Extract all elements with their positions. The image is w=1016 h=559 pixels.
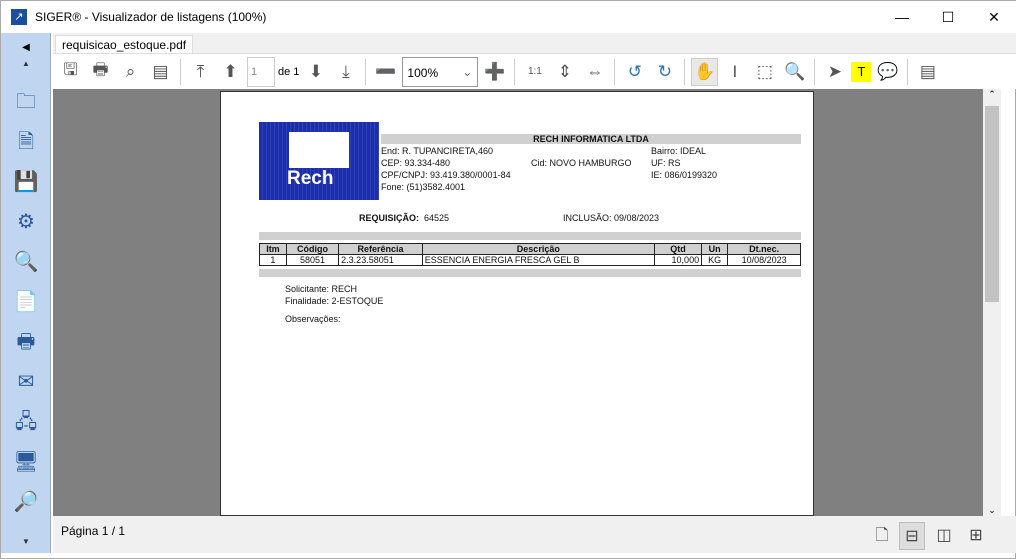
print-icon[interactable]: 🖶	[87, 58, 114, 86]
vertical-scrollbar[interactable]: ⌃ ⌄	[983, 89, 1001, 516]
page-count: de 1	[278, 65, 300, 78]
rotate-right-icon[interactable]: ↻	[651, 58, 678, 86]
column-header: Qtd	[653, 243, 703, 255]
scroll-up-icon[interactable]: ▲	[11, 49, 41, 79]
save-icon[interactable]: 🖫	[57, 58, 84, 86]
rotate-left-icon[interactable]: ↺	[621, 58, 648, 86]
column-header: Código	[285, 243, 340, 255]
single-page-icon[interactable]: 🗋	[869, 522, 895, 550]
column-header: Itm	[259, 243, 287, 255]
cnpj: CPF/CNPJ: 93.419.380/0001-84	[381, 170, 511, 180]
zoom-value: 100%	[407, 65, 439, 80]
table-cell: 2.3.23.58051	[338, 254, 423, 266]
scroll-down-icon[interactable]: ▼	[11, 527, 41, 557]
table-cell: 10,000	[653, 254, 703, 266]
scroll-down-icon[interactable]: ⌄	[983, 505, 1001, 516]
hand-tool-icon[interactable]: ✋	[691, 57, 719, 86]
maximize-button[interactable]: ☐	[925, 1, 971, 33]
first-page-icon[interactable]: ⤒	[187, 58, 214, 86]
next-page-icon[interactable]: ⬇	[302, 58, 329, 86]
fit-page-icon[interactable]: ⇕	[551, 58, 578, 86]
document-properties-icon[interactable]: ▤	[147, 58, 174, 86]
minimize-button[interactable]: —	[879, 1, 925, 33]
app-icon: ↗	[11, 9, 27, 25]
fone: Fone: (51)3582.4001	[381, 182, 466, 192]
table-cell: ESSENCIA ENERGIA FRESCA GEL B	[421, 254, 655, 266]
sidebar-toggle-icon[interactable]: ▤	[914, 58, 941, 86]
company-name: RECH INFORMATICA LTDA	[533, 134, 649, 144]
chevron-down-icon: ⌄	[462, 64, 473, 79]
tab-document[interactable]: requisicao_estoque.pdf	[55, 35, 194, 55]
title-bar: ↗ SIGER® - Visualizador de listagens (10…	[1, 1, 1016, 33]
table-cell: 1	[259, 254, 287, 266]
text-annotation-icon[interactable]: T	[851, 61, 872, 82]
print-icon[interactable]: 🖶	[11, 327, 41, 357]
previous-page-icon[interactable]: ⬆	[217, 58, 244, 86]
requisicao-value: 64525	[424, 213, 450, 223]
company-logo: Rech	[259, 122, 379, 200]
window-title: SIGER® - Visualizador de listagens (100%…	[35, 10, 267, 24]
close-document-icon[interactable]: 🗎	[11, 127, 41, 157]
fit-width-icon[interactable]: ⇔	[581, 58, 608, 86]
ie: IE: 086/0199320	[651, 170, 718, 180]
inclusao: INCLUSÃO: 09/08/2023	[563, 213, 660, 223]
document-viewer[interactable]: Rech RECH INFORMATICA LTDA End: R. TUPAN…	[53, 89, 983, 516]
table-cell: KG	[701, 254, 729, 266]
text-select-icon[interactable]: I	[721, 58, 748, 86]
column-header: Dt.nec.	[727, 243, 801, 255]
continuous-page-icon[interactable]: ⊟	[899, 522, 925, 550]
preview-icon[interactable]: 🔍	[11, 247, 41, 277]
continuous-facing-icon[interactable]: ⊞	[963, 522, 989, 550]
facing-pages-icon[interactable]: ◫	[931, 522, 957, 550]
cep: CEP: 93.334-480	[381, 158, 451, 168]
page-input[interactable]: 1	[247, 56, 275, 87]
email-icon[interactable]: ✉	[11, 367, 41, 397]
zoom-out-icon[interactable]: ➖	[372, 58, 399, 86]
uf: UF: RS	[651, 158, 681, 168]
table-cell: 10/08/2023	[727, 254, 801, 266]
requisicao-label: REQUISIÇÃO:	[359, 213, 420, 223]
zoom-select[interactable]: 100% ⌄	[402, 56, 479, 87]
pdf-page: Rech RECH INFORMATICA LTDA End: R. TUPAN…	[220, 91, 814, 516]
toolbar: 🖫 🖶 ⌕ ▤ ⤒ ⬆ 1 de 1 ⬇ ⤓ ➖ 100% ⌄ ➕ 1:1 ⇕ ⇔…	[53, 53, 1016, 89]
status-bar: Página 1 / 1 🗋 ⊟ ◫ ⊞	[53, 516, 1016, 553]
open-folder-icon[interactable]: 🗀	[11, 87, 41, 117]
observacoes: Observações:	[285, 314, 341, 324]
actual-size-icon[interactable]: 1:1	[521, 58, 548, 86]
items-table: Itm Código Referência Descrição Qtd Un Dt.nec.…	[259, 243, 801, 266]
column-header: Referência	[338, 243, 423, 255]
close-button[interactable]: ✕	[971, 1, 1016, 33]
finalidade: Finalidade: 2-ESTOQUE	[285, 296, 384, 306]
solicitante: Solicitante: RECH	[285, 284, 358, 294]
zoom-icon[interactable]: 🔎	[11, 487, 41, 517]
settings-icon[interactable]: ⚙	[11, 207, 41, 237]
bairro: Bairro: IDEAL	[651, 146, 707, 156]
cidade: Cid: NOVO HAMBURGO	[531, 158, 632, 168]
comment-icon[interactable]: 💬	[874, 58, 901, 86]
scrollbar-thumb[interactable]	[985, 106, 999, 302]
address: End: R. TUPANCIRETA,460	[381, 146, 494, 156]
pdf-icon[interactable]: 📄	[11, 287, 41, 317]
column-header: Descrição	[421, 243, 655, 255]
save-icon[interactable]: 💾	[11, 167, 41, 197]
dynamic-zoom-icon[interactable]: 🔍	[781, 58, 808, 86]
page-indicator: Página 1 / 1	[61, 524, 126, 538]
monitor-icon[interactable]: 🖥	[11, 447, 41, 477]
select-pointer-icon[interactable]: ➤	[821, 58, 848, 86]
table-cell: 58051	[285, 254, 340, 266]
sidebar: ◀ ▲ 🗀 🗎 💾 ⚙ 🔍 📄 🖶 ✉ 🖧 🖥 🔎 ▼	[1, 33, 51, 553]
scroll-up-icon[interactable]: ⌃	[983, 89, 1001, 100]
network-icon[interactable]: 🖧	[11, 407, 41, 437]
zoom-in-icon[interactable]: ➕	[481, 58, 508, 86]
find-icon[interactable]: ⌕	[117, 58, 144, 86]
zoom-area-icon[interactable]: ⬚	[751, 58, 778, 86]
last-page-icon[interactable]: ⤓	[332, 58, 359, 86]
column-header: Un	[701, 243, 729, 255]
table-row: 1 58051 2.3.23.58051 ESSENCIA ENERGIA FRESC…	[259, 254, 801, 266]
